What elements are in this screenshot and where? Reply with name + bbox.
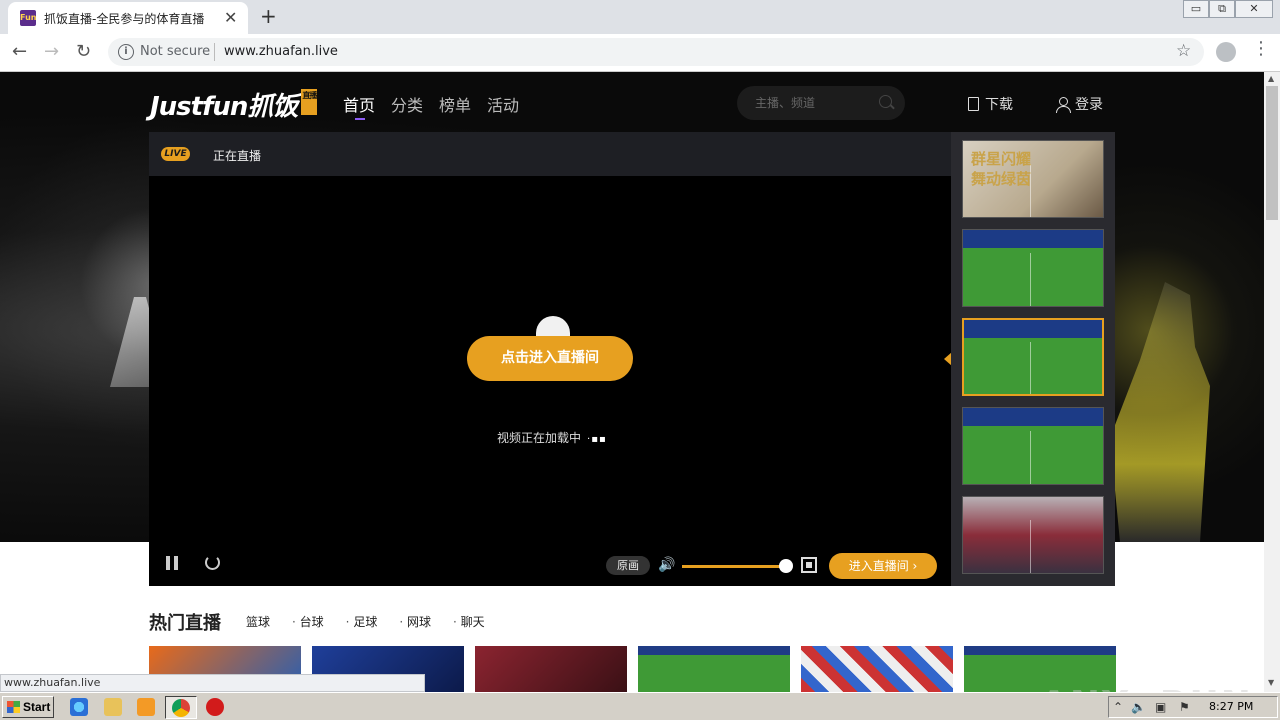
volume-slider[interactable]	[682, 565, 787, 568]
category-billiards[interactable]: 台球	[292, 613, 324, 630]
loading-message: 视频正在加载中 ·▪▪	[497, 429, 607, 446]
phone-icon	[968, 97, 979, 111]
channel-thumb[interactable]	[962, 407, 1104, 485]
watermark: ANY▷RUN	[1040, 684, 1253, 692]
volume-slider-handle[interactable]	[779, 559, 793, 573]
channel-thumb[interactable]: 群星闪耀 舞动绿茵	[962, 140, 1104, 218]
folder-icon[interactable]	[104, 698, 122, 716]
windows-logo-icon	[7, 701, 20, 713]
nav-category[interactable]: 分类	[391, 92, 423, 116]
close-window-button[interactable]: ✕	[1235, 0, 1273, 18]
browser-tab-bar: Fun 抓饭直播-全民参与的体育直播 ✕ + ▭ ⧉ ✕	[0, 0, 1280, 34]
live-badge: LIVE	[161, 147, 190, 161]
login-label: 登录	[1075, 97, 1103, 113]
start-label: Start	[23, 700, 51, 714]
category-basketball[interactable]: 篮球	[246, 613, 270, 630]
loading-text: 视频正在加载中	[497, 431, 582, 445]
category-tennis[interactable]: 网球	[399, 613, 431, 630]
download-label: 下载	[985, 97, 1013, 113]
browser-tab[interactable]: Fun 抓饭直播-全民参与的体育直播 ✕	[8, 2, 248, 34]
promo-text: 群星闪耀 舞动绿茵	[971, 150, 1032, 188]
scroll-thumb[interactable]	[1266, 86, 1278, 220]
site-favicon-icon: Fun	[20, 10, 36, 26]
system-tray: ⌃ 🔈 ▣ ⚑ 8:27 PM	[1108, 696, 1278, 718]
status-bar: www.zhuafan.live	[0, 674, 425, 692]
live-status: 正在直播	[213, 149, 262, 163]
maximize-button[interactable]: ⧉	[1209, 0, 1235, 18]
category-chat[interactable]: 聊天	[453, 613, 485, 630]
media-player-icon[interactable]	[137, 698, 155, 716]
search-input[interactable]	[755, 94, 865, 112]
search-icon[interactable]	[879, 95, 892, 108]
video-player[interactable]: LIVE 正在直播 点击进入直播间 视频正在加载中 ·▪▪ 原画 🔊 进入直播间 …	[149, 132, 951, 586]
search-box	[737, 86, 905, 120]
speaker-icon[interactable]: 🔈	[1131, 700, 1146, 714]
flag-icon[interactable]: ⚑	[1179, 700, 1190, 714]
new-tab-button[interactable]: +	[260, 4, 277, 28]
site-logo[interactable]: Justfun抓饭 直播	[150, 86, 318, 122]
nav-activity[interactable]: 活动	[487, 92, 519, 116]
section-title: 热门直播	[149, 613, 221, 634]
fullscreen-icon[interactable]	[801, 557, 817, 573]
channel-thumbnail-list: 群星闪耀 舞动绿茵	[951, 132, 1115, 586]
scroll-down-icon[interactable]: ▼	[1268, 678, 1274, 687]
url-text[interactable]: www.zhuafan.live	[224, 44, 338, 59]
web-page: Justfun抓饭直播 首页 分类 榜单 活动 下载 登录 LIVE 正在直播 …	[0, 72, 1264, 692]
live-card[interactable]	[801, 646, 953, 692]
clock[interactable]: 8:27 PM	[1209, 700, 1253, 713]
live-card[interactable]	[475, 646, 627, 692]
tray-expand-icon[interactable]: ⌃	[1113, 700, 1123, 714]
channel-thumb[interactable]	[962, 496, 1104, 574]
login-link[interactable]: 登录	[1056, 94, 1103, 114]
page-scrollbar[interactable]: ▲ ▼	[1264, 72, 1280, 692]
loading-dots: ·▪▪	[587, 434, 607, 445]
start-button[interactable]: Start	[2, 696, 54, 718]
volume-icon[interactable]: 🔊	[658, 557, 675, 573]
ie-icon[interactable]	[70, 698, 88, 716]
taskbar: Start ⌃ 🔈 ▣ ⚑ 8:27 PM	[0, 692, 1280, 720]
close-tab-icon[interactable]: ✕	[224, 8, 237, 27]
nav-home[interactable]: 首页	[343, 92, 375, 120]
divider	[214, 43, 215, 61]
category-tabs: 篮球 台球 足球 网球 聊天	[246, 613, 485, 630]
nav-ranking[interactable]: 榜单	[439, 92, 471, 116]
live-card[interactable]	[638, 646, 790, 692]
address-bar[interactable]: i Not secure www.zhuafan.live ☆	[108, 38, 1204, 66]
tab-title: 抓饭直播-全民参与的体育直播	[44, 12, 205, 26]
opera-icon[interactable]	[206, 698, 224, 716]
reload-icon[interactable]: ↻	[76, 41, 91, 62]
chrome-icon	[172, 699, 190, 717]
pause-icon[interactable]	[165, 556, 179, 570]
athlete-decoration	[1110, 282, 1210, 542]
browser-menu-icon[interactable]: ⋮	[1252, 40, 1270, 58]
browser-toolbar: ← → ↻ i Not secure www.zhuafan.live ☆ ⋮	[0, 34, 1280, 72]
refresh-icon[interactable]	[205, 555, 220, 570]
main-nav: 首页 分类 榜单 活动	[343, 92, 519, 120]
player-header: LIVE 正在直播	[149, 132, 951, 176]
security-label[interactable]: Not secure	[140, 44, 210, 59]
forward-arrow-icon[interactable]: →	[44, 41, 59, 62]
logo-text: Justfun抓饭	[150, 92, 298, 122]
minimize-button[interactable]: ▭	[1183, 0, 1209, 18]
info-icon[interactable]: i	[118, 44, 134, 60]
enter-room-small-button[interactable]: 进入直播间 ›	[829, 553, 937, 579]
download-link[interactable]: 下载	[968, 94, 1013, 114]
bookmark-star-icon[interactable]: ☆	[1176, 41, 1191, 61]
enter-room-button[interactable]: 点击进入直播间	[467, 336, 633, 381]
back-arrow-icon[interactable]: ←	[12, 41, 27, 62]
scroll-up-icon[interactable]: ▲	[1268, 74, 1274, 83]
category-football[interactable]: 足球	[346, 613, 377, 630]
channel-thumb-active[interactable]	[962, 318, 1104, 396]
network-icon[interactable]: ▣	[1155, 700, 1166, 714]
quality-button[interactable]: 原画	[606, 556, 650, 575]
logo-badge: 直播	[301, 89, 318, 115]
profile-avatar-icon[interactable]	[1216, 42, 1236, 62]
channel-thumb[interactable]	[962, 229, 1104, 307]
user-icon	[1056, 97, 1071, 113]
chrome-taskbar-button[interactable]	[165, 696, 197, 719]
